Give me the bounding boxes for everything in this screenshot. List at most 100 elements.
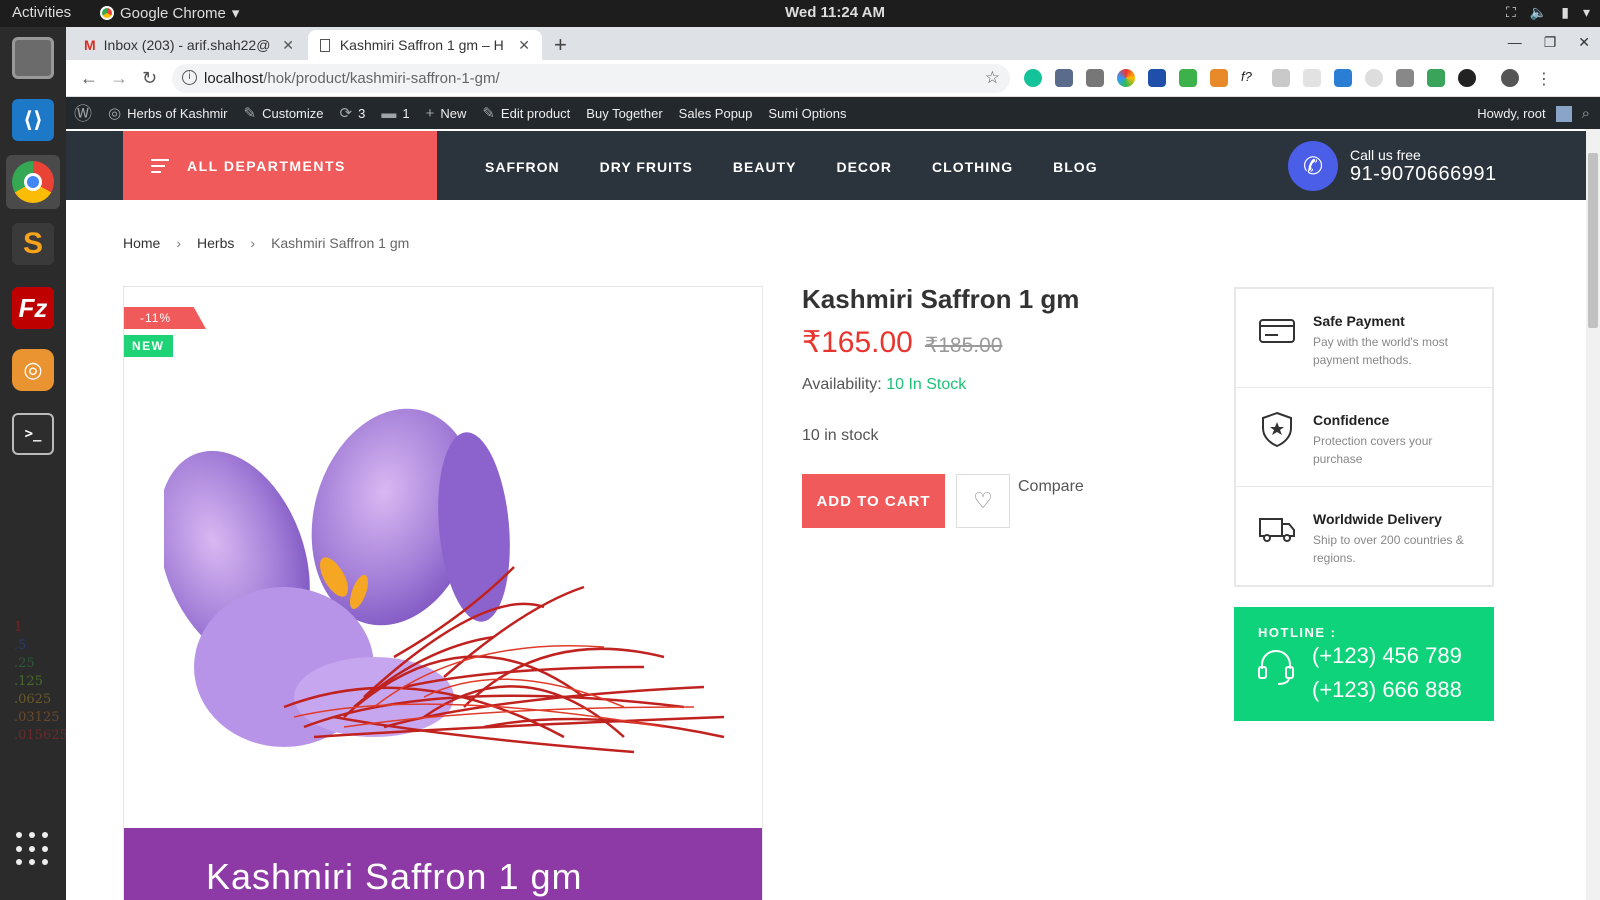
new-tab-button[interactable]: + xyxy=(554,32,567,58)
show-apps-icon[interactable] xyxy=(16,832,50,866)
extensions: f? ⋮ xyxy=(1024,69,1552,89)
tab-label: Kashmiri Saffron 1 gm – H xyxy=(339,37,504,53)
hotline-number-2[interactable]: (+123) 666 888 xyxy=(1312,677,1462,703)
tab-product[interactable]: Kashmiri Saffron 1 gm – H ✕ xyxy=(308,30,542,60)
hotline-number-1[interactable]: (+123) 456 789 xyxy=(1312,643,1462,669)
shield-icon[interactable] xyxy=(1086,69,1104,87)
chevron-right-icon: › xyxy=(250,235,256,251)
arrow-ext-icon[interactable] xyxy=(1334,69,1352,87)
plus-icon: + xyxy=(425,104,435,122)
menu-item-clothing[interactable]: CLOTHING xyxy=(932,159,1013,175)
dock-filezilla[interactable]: Fz xyxy=(6,281,60,335)
grammarly-icon[interactable] xyxy=(1024,69,1042,87)
avatar xyxy=(1555,105,1572,122)
menu-item-blog[interactable]: BLOG xyxy=(1053,159,1097,175)
wordpress-icon: Ⓦ xyxy=(74,104,92,124)
star-icon[interactable]: ☆ xyxy=(985,68,1000,88)
back-icon[interactable]: ← xyxy=(80,68,98,89)
function-icon[interactable]: f? xyxy=(1241,69,1259,87)
features-box: Safe Payment Pay with the world's most p… xyxy=(1234,287,1494,587)
call-us-box[interactable]: ✆ Call us free 91-9070666991 xyxy=(1288,141,1497,191)
g-ext-icon[interactable] xyxy=(1458,69,1476,87)
dock-sublime[interactable]: S xyxy=(6,217,60,271)
feature-worldwide-delivery: Worldwide Delivery Ship to over 200 coun… xyxy=(1236,487,1492,586)
breadcrumb-home[interactable]: Home xyxy=(123,235,160,251)
product-image[interactable]: -11% NEW Kashmiri Saffron 1 gm xyxy=(123,286,763,900)
toolbar: ← → ↻ i localhost/hok/product/kashmiri-s… xyxy=(66,60,1600,97)
wishlist-button[interactable]: ♡ xyxy=(956,474,1010,528)
clock-ext-icon[interactable] xyxy=(1365,69,1383,87)
meld-icon: ◎ xyxy=(12,349,54,391)
dock-meld[interactable]: ◎ xyxy=(6,343,60,397)
close-icon[interactable]: ✕ xyxy=(1578,34,1590,51)
page-icon xyxy=(320,38,330,52)
forward-icon[interactable]: → xyxy=(110,68,128,89)
dock-terminal[interactable]: >_ xyxy=(6,407,60,461)
availability-value: 10 In Stock xyxy=(886,376,967,393)
tab-gmail[interactable]: M Inbox (203) - arif.shah22@ ✕ xyxy=(72,30,306,60)
avatar[interactable] xyxy=(1501,69,1519,87)
system-top-bar: Activities Google Chrome ▾ Wed 11:24 AM … xyxy=(0,0,1600,27)
volume-icon: 🔈 xyxy=(1529,4,1548,20)
headset-icon xyxy=(1258,649,1294,685)
sales-popup-link[interactable]: Sales Popup xyxy=(671,106,761,121)
wordpress-logo[interactable]: Ⓦ xyxy=(66,100,100,126)
minimize-icon[interactable]: — xyxy=(1508,34,1522,51)
main-menu: SAFFRON DRY FRUITS BEAUTY DECOR CLOTHING… xyxy=(485,159,1098,175)
compare-link[interactable]: Compare xyxy=(1018,478,1084,496)
buy-together-link[interactable]: Buy Together xyxy=(578,106,670,121)
breadcrumb-current: Kashmiri Saffron 1 gm xyxy=(271,235,410,251)
url-host: localhost xyxy=(204,70,264,87)
reload-icon[interactable]: ↻ xyxy=(142,68,157,89)
breadcrumb-category[interactable]: Herbs xyxy=(197,235,234,251)
menu-icon[interactable]: ⋮ xyxy=(1536,69,1552,89)
info-icon[interactable]: i xyxy=(182,70,197,85)
add-to-cart-button[interactable]: ADD TO CART xyxy=(802,474,945,528)
url-path: /hok/product/kashmiri-saffron-1-gm/ xyxy=(263,70,500,87)
comments-link[interactable]: ▬ 1 xyxy=(373,105,417,122)
close-icon[interactable]: ✕ xyxy=(282,37,294,54)
menu-item-decor[interactable]: DECOR xyxy=(836,159,892,175)
dock: ⟨⟩ S Fz ◎ >_ 1 .5 .25 .125 .0625 .03125 … xyxy=(0,27,68,900)
grid-ext-icon[interactable] xyxy=(1303,69,1321,87)
credit-card-icon xyxy=(1259,319,1295,343)
saffron-flower-image xyxy=(164,408,725,754)
product-title: Kashmiri Saffron 1 gm xyxy=(802,284,1080,314)
image-ext-icon[interactable] xyxy=(1272,69,1290,87)
admin-account[interactable]: Howdy, root ⌕ xyxy=(1477,105,1590,122)
bookmark-ext-icon[interactable] xyxy=(1148,69,1166,87)
inbox-ext-icon[interactable] xyxy=(1427,69,1445,87)
feature-safe-payment: Safe Payment Pay with the world's most p… xyxy=(1236,289,1492,388)
clock[interactable]: Wed 11:24 AM xyxy=(0,4,1600,21)
menu-item-dry-fruits[interactable]: DRY FRUITS xyxy=(600,159,693,175)
hotline-label: HOTLINE : xyxy=(1258,625,1337,640)
site-name-link[interactable]: ◎ Herbs of Kashmir xyxy=(100,104,236,122)
scrollbar[interactable] xyxy=(1586,129,1600,900)
menu-item-beauty[interactable]: BEAUTY xyxy=(733,159,797,175)
breadcrumb: Home › Herbs › Kashmiri Saffron 1 gm xyxy=(123,235,409,251)
scrollbar-thumb[interactable] xyxy=(1588,153,1598,328)
eyedropper-icon[interactable] xyxy=(1055,69,1073,87)
menu-item-saffron[interactable]: SAFFRON xyxy=(485,159,560,175)
sumi-options-link[interactable]: Sumi Options xyxy=(760,106,854,121)
address-bar[interactable]: i localhost/hok/product/kashmiri-saffron… xyxy=(172,64,1010,93)
dock-files[interactable] xyxy=(6,31,60,85)
maximize-icon[interactable]: ❐ xyxy=(1544,34,1557,51)
vue-icon[interactable] xyxy=(1396,69,1414,87)
all-departments-button[interactable]: ALL DEPARTMENTS xyxy=(123,131,437,200)
dock-chrome[interactable] xyxy=(6,155,60,209)
new-content-link[interactable]: + New xyxy=(418,105,475,122)
truck-icon xyxy=(1259,518,1295,542)
edit-product-link[interactable]: ✎ Edit product xyxy=(474,104,578,122)
hotline-box: HOTLINE : (+123) 456 789 (+123) 666 888 xyxy=(1234,607,1494,721)
dock-vscode[interactable]: ⟨⟩ xyxy=(6,93,60,147)
close-icon[interactable]: ✕ xyxy=(518,37,530,54)
search-icon[interactable]: ⌕ xyxy=(1582,105,1590,122)
colorful-ext-icon[interactable] xyxy=(1117,69,1135,87)
download-icon[interactable] xyxy=(1179,69,1197,87)
customize-link[interactable]: ✎ Customize xyxy=(236,104,332,122)
chevron-right-icon: › xyxy=(176,235,182,251)
updates-link[interactable]: ⟳ 3 xyxy=(332,104,374,122)
system-tray[interactable]: ⛶ 🔈 ▮ ▾ xyxy=(1506,4,1590,21)
tool-ext-icon[interactable] xyxy=(1210,69,1228,87)
